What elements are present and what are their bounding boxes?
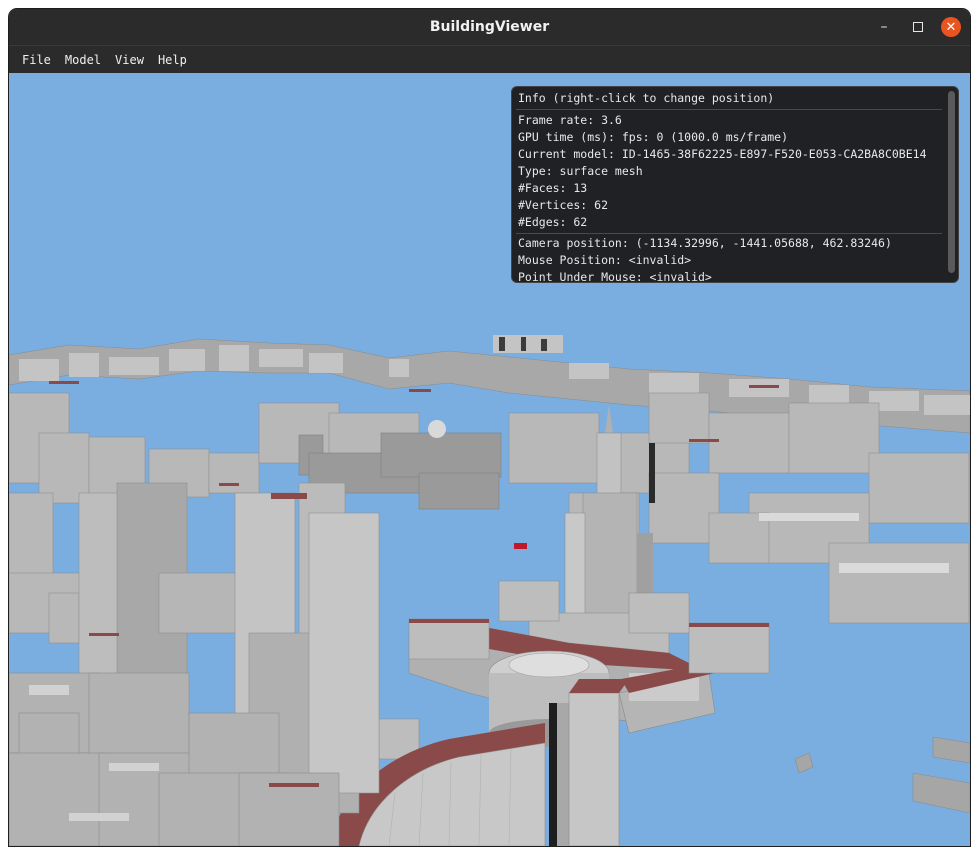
maximize-button[interactable] [904,9,932,45]
menu-file[interactable]: File [15,53,58,67]
frame-rate-text: Frame rate: 3.6 [518,113,622,127]
maximize-icon [913,22,923,32]
vertices-text: #Vertices: 62 [518,198,609,212]
info-panel-scrollbar[interactable] [948,91,955,273]
3d-viewport[interactable]: Info (right-click to change position) Fr… [9,73,970,846]
menu-view[interactable]: View [108,53,151,67]
type-text: Type: surface mesh [518,164,643,178]
info-panel-header: Info (right-click to change position) [518,91,775,105]
menu-model[interactable]: Model [58,53,108,67]
mouse-position-text: Mouse Position: <invalid> [518,253,692,267]
window-title: BuildingViewer [429,19,550,35]
camera-position-text: Camera position: (-1134.32996, -1441.056… [518,236,892,250]
faces-text: #Faces: 13 [518,181,588,195]
divider [516,233,942,234]
title-bar[interactable]: BuildingViewer – ✕ [9,9,970,45]
point-under-mouse-text: Point Under Mouse: <invalid> [518,270,712,283]
app-window: BuildingViewer – ✕ File Model View Help [9,9,970,846]
menu-help[interactable]: Help [151,53,194,67]
edges-text: #Edges: 62 [518,215,588,229]
gpu-time-text: GPU time (ms): fps: 0 (1000.0 ms/frame) [518,130,789,144]
info-panel[interactable]: Info (right-click to change position) Fr… [511,86,959,283]
close-icon: ✕ [941,17,961,37]
minimize-icon: – [880,19,888,35]
divider [516,109,942,110]
close-button[interactable]: ✕ [939,9,963,45]
minimize-button[interactable]: – [870,9,898,45]
current-model-text: Current model: ID-1465-38F62225-E897-F52… [518,147,927,161]
menu-bar: File Model View Help [9,45,970,73]
